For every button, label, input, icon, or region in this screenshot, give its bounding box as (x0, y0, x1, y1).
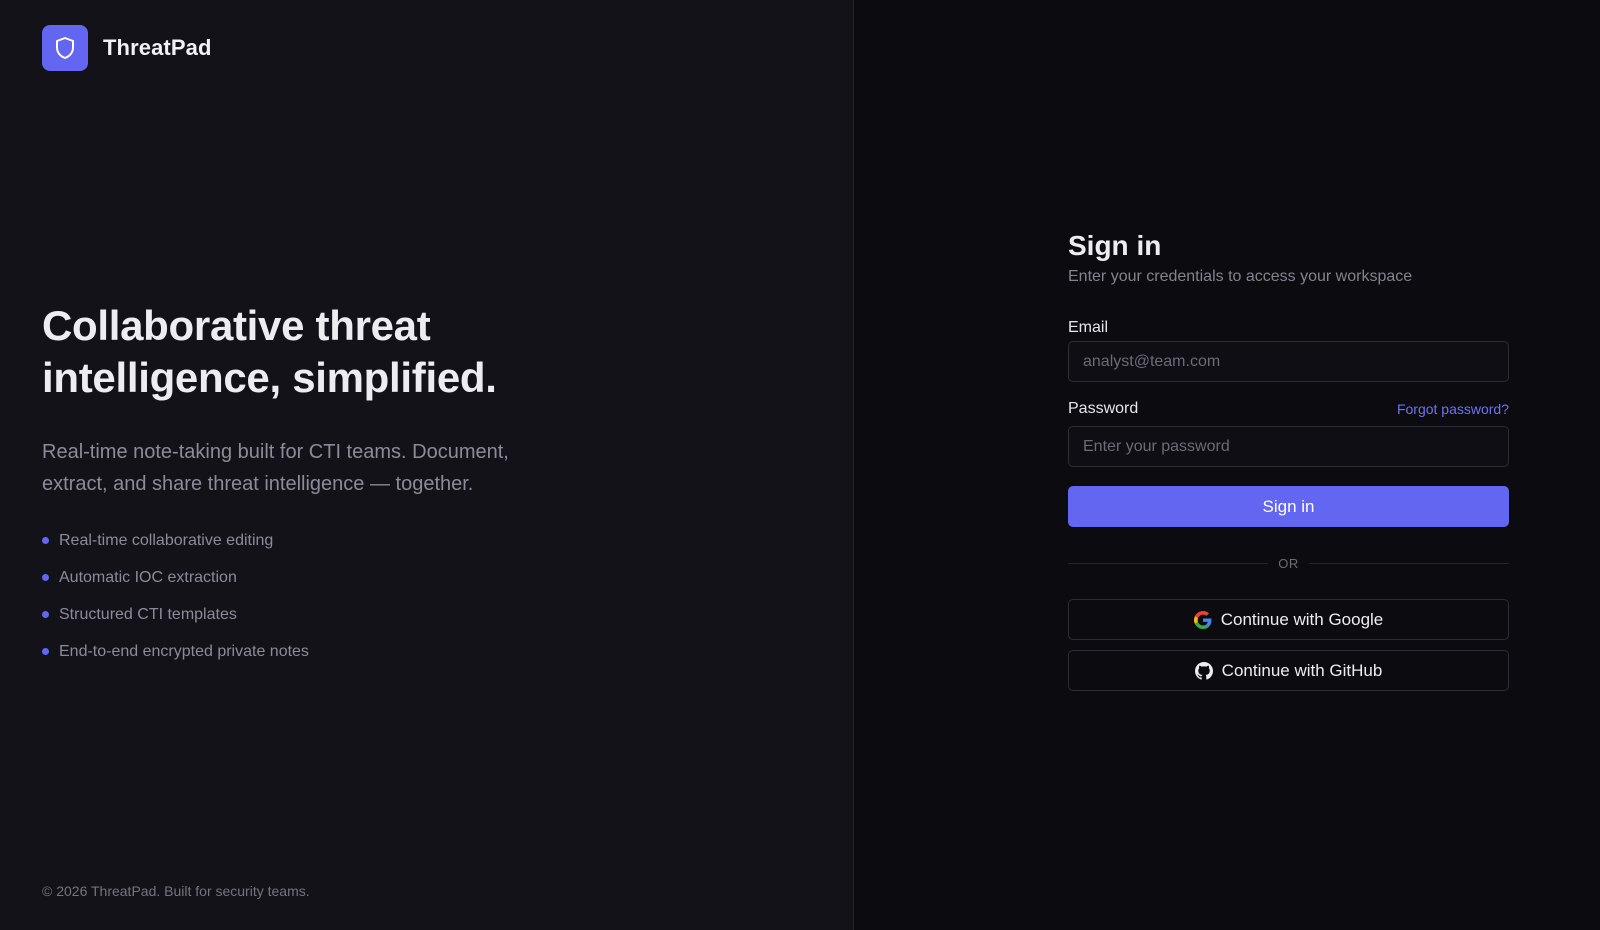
hero-subtitle-line: extract, and share threat intelligence —… (42, 473, 474, 495)
login-page: ThreatPad Collaborative threat intellige… (0, 0, 1600, 930)
hero: Collaborative threat intelligence, simpl… (42, 300, 642, 670)
shield-icon (42, 25, 88, 71)
feature-item: End-to-end encrypted private notes (42, 633, 642, 670)
hero-headline-line: Collaborative threat (42, 302, 431, 349)
feature-label: Automatic IOC extraction (59, 568, 237, 586)
github-button-label: Continue with GitHub (1221, 660, 1383, 680)
divider-line (1308, 562, 1509, 564)
hero-subtitle: Real-time note-taking built for CTI team… (42, 436, 642, 500)
bullet-dot-icon (42, 537, 49, 544)
hero-subtitle-line: Real-time note-taking built for CTI team… (42, 441, 509, 463)
marketing-panel: ThreatPad Collaborative threat intellige… (0, 0, 854, 930)
signin-subtitle: Enter your credentials to access your wo… (1068, 268, 1413, 285)
email-label-text: Email (1068, 319, 1109, 336)
signin-form: Sign in Enter your credentials to access… (1068, 228, 1509, 691)
sign-in-button[interactable]: Sign in (1068, 486, 1509, 527)
forgot-password-link[interactable]: Forgot password? (1397, 401, 1509, 417)
feature-list: Real-time collaborative editing Automati… (42, 522, 642, 670)
continue-with-google-button[interactable]: Continue with Google (1068, 599, 1509, 640)
signin-title: Sign in (1068, 230, 1162, 261)
footer-copyright: © 2026 ThreatPad. Built for security tea… (42, 883, 310, 899)
feature-label: Structured CTI templates (59, 605, 237, 623)
signin-panel: Sign in Enter your credentials to access… (854, 0, 1600, 930)
feature-label: Real-time collaborative editing (59, 531, 274, 549)
google-icon (1193, 610, 1212, 629)
email-label: Email (1068, 319, 1509, 337)
email-field[interactable] (1068, 341, 1509, 382)
continue-with-github-button[interactable]: Continue with GitHub (1068, 650, 1509, 691)
divider-text: OR (1278, 555, 1299, 571)
github-icon (1194, 661, 1213, 680)
feature-label: End-to-end encrypted private notes (59, 642, 309, 660)
password-field[interactable] (1068, 426, 1509, 467)
password-label-row: Password Forgot password? (1068, 400, 1509, 418)
or-divider: OR (1068, 553, 1509, 573)
bullet-dot-icon (42, 611, 49, 618)
feature-item: Real-time collaborative editing (42, 522, 642, 559)
brand[interactable]: ThreatPad (42, 25, 211, 71)
bullet-dot-icon (42, 648, 49, 655)
divider-line (1068, 562, 1269, 564)
feature-item: Automatic IOC extraction (42, 559, 642, 596)
google-button-label: Continue with Google (1220, 609, 1384, 629)
bullet-dot-icon (42, 574, 49, 581)
password-label: Password (1068, 400, 1139, 417)
feature-item: Structured CTI templates (42, 596, 642, 633)
brand-name: ThreatPad (103, 35, 212, 60)
hero-headline-line: intelligence, simplified. (42, 354, 497, 401)
hero-headline: Collaborative threat intelligence, simpl… (42, 300, 642, 404)
